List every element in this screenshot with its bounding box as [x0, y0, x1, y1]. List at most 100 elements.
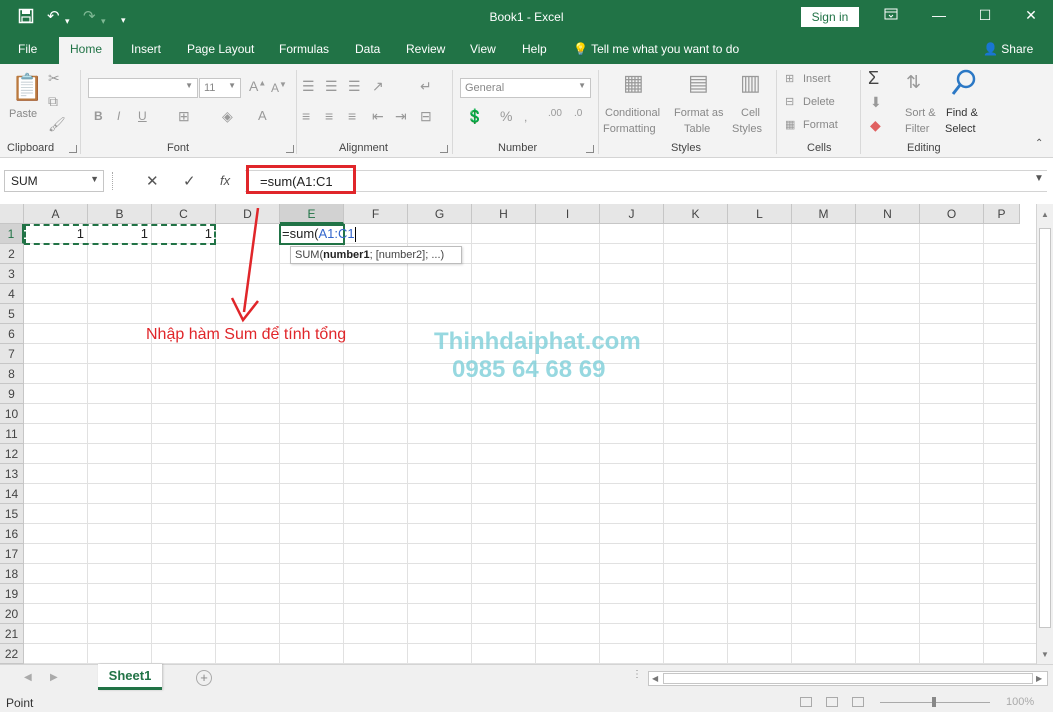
cell-B1[interactable]: 1 — [90, 226, 148, 241]
scroll-down-icon[interactable]: ▼ — [1041, 650, 1049, 659]
delete-cells-icon[interactable]: ⊟ — [785, 95, 794, 108]
fill-icon[interactable]: ⬇ — [870, 94, 882, 111]
tab-split-handle[interactable]: ⋮ — [632, 669, 642, 680]
row-header-6[interactable]: 6 — [0, 324, 24, 344]
row-header-2[interactable]: 2 — [0, 244, 24, 264]
column-header-N[interactable]: N — [856, 204, 920, 224]
row-header-5[interactable]: 5 — [0, 304, 24, 324]
row-header-1[interactable]: 1 — [0, 224, 24, 244]
align-center-icon[interactable]: ≡ — [325, 108, 333, 124]
row-header-18[interactable]: 18 — [0, 564, 24, 584]
horizontal-scroll-thumb[interactable] — [663, 673, 1033, 684]
tab-file[interactable]: File — [18, 42, 37, 56]
decrease-font-icon[interactable]: A▼ — [271, 80, 287, 95]
column-header-I[interactable]: I — [536, 204, 600, 224]
column-header-O[interactable]: O — [920, 204, 984, 224]
format-as-table-label-2[interactable]: Table — [684, 122, 710, 137]
number-format-box[interactable]: General ▼ — [460, 78, 591, 98]
next-sheet-icon[interactable]: ▶ — [50, 672, 58, 683]
row-header-3[interactable]: 3 — [0, 264, 24, 284]
find-select-label-2[interactable]: Select — [945, 122, 976, 137]
font-name-box[interactable]: ▼ — [88, 78, 198, 98]
column-header-F[interactable]: F — [344, 204, 408, 224]
clipboard-launcher-icon[interactable] — [69, 145, 77, 153]
fill-color-icon[interactable]: ◈ — [222, 108, 233, 125]
select-all-corner[interactable] — [0, 204, 24, 224]
spreadsheet-grid[interactable]: ABCDEFGHIJKLMNOP 1 2 3 4 5 6 7 8 9 10 11 12 13 14 15 16… — [0, 204, 1053, 664]
insert-cells-icon[interactable]: ⊞ — [785, 72, 794, 85]
underline-icon[interactable]: U — [138, 109, 147, 123]
number-launcher-icon[interactable] — [586, 145, 594, 153]
sort-filter-label-1[interactable]: Sort & — [905, 106, 936, 121]
row-header-20[interactable]: 20 — [0, 604, 24, 624]
percent-icon[interactable]: % — [500, 108, 512, 124]
cell-C1[interactable]: 1 — [154, 226, 212, 241]
tab-page-layout[interactable]: Page Layout — [187, 42, 254, 56]
font-color-icon[interactable]: A — [258, 108, 267, 123]
restore-icon[interactable]: ☐ — [975, 7, 995, 24]
column-header-C[interactable]: C — [152, 204, 216, 224]
insert-cells-label[interactable]: Insert — [803, 72, 831, 87]
increase-font-icon[interactable]: A▲ — [249, 78, 266, 94]
column-header-J[interactable]: J — [600, 204, 664, 224]
row-header-11[interactable]: 11 — [0, 424, 24, 444]
prev-sheet-icon[interactable]: ◀ — [24, 672, 32, 683]
row-header-19[interactable]: 19 — [0, 584, 24, 604]
sort-filter-icon[interactable]: ⇅ — [906, 72, 921, 93]
column-header-G[interactable]: G — [408, 204, 472, 224]
tab-help[interactable]: Help — [522, 42, 547, 56]
sign-in-button[interactable]: Sign in — [801, 7, 859, 27]
orientation-icon[interactable]: ↗ — [372, 78, 384, 95]
italic-icon[interactable]: I — [117, 109, 120, 123]
column-header-P[interactable]: P — [984, 204, 1020, 224]
decrease-indent-icon[interactable]: ⇤ — [372, 108, 384, 125]
conditional-formatting-label-2[interactable]: Formatting — [603, 122, 656, 137]
close-icon[interactable]: ✕ — [1021, 7, 1041, 24]
format-painter-icon[interactable]: 🖌 — [48, 116, 66, 133]
row-header-4[interactable]: 4 — [0, 284, 24, 304]
find-select-icon[interactable] — [950, 68, 978, 101]
scroll-right-icon[interactable]: ▶ — [1036, 674, 1042, 683]
borders-icon[interactable]: ⊞ — [178, 108, 190, 125]
scroll-up-icon[interactable]: ▲ — [1041, 210, 1049, 219]
collapse-ribbon-icon[interactable]: ⌃ — [1035, 138, 1043, 149]
formula-input[interactable] — [245, 170, 1047, 192]
increase-decimal-icon[interactable]: .00 — [548, 108, 562, 119]
increase-indent-icon[interactable]: ⇥ — [395, 108, 407, 125]
row-header-16[interactable]: 16 — [0, 524, 24, 544]
alignment-launcher-icon[interactable] — [440, 145, 448, 153]
share-button[interactable]: 👤 Share — [983, 42, 1033, 56]
column-header-K[interactable]: K — [664, 204, 728, 224]
cancel-icon[interactable]: ✕ — [146, 172, 159, 190]
conditional-formatting-label-1[interactable]: Conditional — [605, 106, 660, 121]
column-header-H[interactable]: H — [472, 204, 536, 224]
row-header-12[interactable]: 12 — [0, 444, 24, 464]
paste-icon[interactable]: 📋 — [11, 72, 43, 103]
normal-view-icon[interactable] — [800, 697, 812, 707]
tooltip-arg1[interactable]: number1 — [323, 249, 369, 261]
format-as-table-icon[interactable]: ▤ — [688, 70, 709, 96]
format-as-table-label-1[interactable]: Format as — [674, 106, 724, 121]
align-top-icon[interactable]: ☰ — [302, 78, 315, 95]
tab-insert[interactable]: Insert — [131, 42, 161, 56]
sheet-tab-sheet1[interactable]: Sheet1 — [98, 664, 162, 690]
format-cells-label[interactable]: Format — [803, 118, 838, 133]
tab-view[interactable]: View — [470, 42, 496, 56]
font-size-box[interactable]: 11 ▼ — [199, 78, 241, 98]
column-header-E[interactable]: E — [280, 204, 344, 224]
enter-icon[interactable]: ✓ — [183, 172, 196, 190]
wrap-text-icon[interactable]: ↵ — [420, 78, 432, 95]
tab-review[interactable]: Review — [406, 42, 445, 56]
vertical-scroll-thumb[interactable] — [1039, 228, 1051, 628]
name-box[interactable]: SUM ▼ — [4, 170, 104, 192]
row-header-8[interactable]: 8 — [0, 364, 24, 384]
row-header-15[interactable]: 15 — [0, 504, 24, 524]
column-header-A[interactable]: A — [24, 204, 88, 224]
tab-formulas[interactable]: Formulas — [279, 42, 329, 56]
font-launcher-icon[interactable] — [286, 145, 294, 153]
conditional-formatting-icon[interactable]: ▦ — [623, 70, 644, 96]
row-header-17[interactable]: 17 — [0, 544, 24, 564]
row-header-22[interactable]: 22 — [0, 644, 24, 664]
add-sheet-icon[interactable]: + — [196, 670, 212, 686]
row-header-21[interactable]: 21 — [0, 624, 24, 644]
